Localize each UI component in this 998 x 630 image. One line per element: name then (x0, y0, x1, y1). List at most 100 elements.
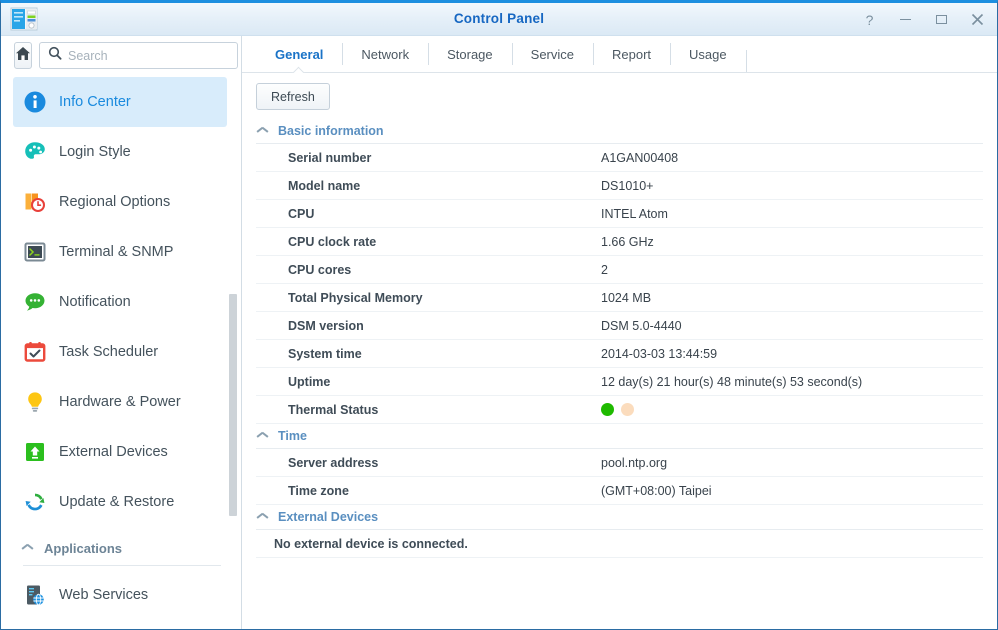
tab-storage[interactable]: Storage (428, 36, 512, 72)
info-key: Serial number (288, 150, 372, 165)
tab-network[interactable]: Network (342, 36, 428, 72)
info-value: INTEL Atom (601, 206, 668, 221)
home-button[interactable] (14, 42, 32, 69)
help-button[interactable]: ? (862, 12, 877, 27)
sidebar-item-privileges[interactable]: Privileges (13, 620, 227, 629)
info-row-cpu: CPU INTEL Atom (256, 200, 983, 228)
search-box[interactable] (39, 42, 238, 69)
sidebar-item-notification[interactable]: Notification (13, 277, 227, 327)
home-icon (15, 46, 31, 66)
sidebar-item-label: External Devices (59, 444, 168, 460)
sidebar-item-label: Notification (59, 294, 131, 310)
chevron-up-icon (22, 545, 33, 552)
tab-report[interactable]: Report (593, 36, 670, 72)
tab-label: Service (530, 46, 575, 62)
info-key: DSM version (288, 318, 364, 333)
tab-separator (745, 50, 747, 72)
refresh-button[interactable]: Refresh (256, 83, 330, 110)
sidebar-item-label: Update & Restore (59, 494, 175, 510)
control-panel-window: Control Panel ? Search Info Center Login… (0, 0, 998, 630)
sidebar-item-label: Task Scheduler (59, 344, 159, 360)
refresh-circle-icon (23, 490, 47, 514)
sidebar-item-label: Terminal & SNMP (59, 244, 174, 260)
sidebar-item-regional-options[interactable]: Regional Options (13, 177, 227, 227)
info-key: Model name (288, 178, 361, 193)
sidebar-item-label: Web Services (59, 587, 149, 603)
palette-icon (23, 140, 47, 164)
refresh-button-label: Refresh (271, 89, 315, 104)
info-row-system-time: System time 2014-03-03 13:44:59 (256, 340, 983, 368)
chevron-up-icon (257, 514, 268, 521)
tab-label: General (275, 46, 324, 62)
info-content: Basic information Serial number A1GAN004… (242, 119, 997, 558)
info-row-thermal-status: Thermal Status (256, 396, 983, 424)
tab-usage[interactable]: Usage (670, 36, 746, 72)
sidebar-item-label: Regional Options (59, 194, 171, 210)
sidebar-item-update-restore[interactable]: Update & Restore (13, 477, 227, 527)
sidebar-item-label: Info Center (59, 94, 131, 110)
window-body: Info Center Login Style (1, 36, 997, 629)
info-key: Time zone (288, 483, 349, 498)
maximize-button[interactable] (934, 12, 949, 27)
chevron-up-icon (257, 128, 268, 135)
sidebar-item-external-devices[interactable]: External Devices (13, 427, 227, 477)
info-value: DS1010+ (601, 178, 654, 193)
tab-service[interactable]: Service (511, 36, 593, 72)
thermal-dot-peach (621, 403, 634, 416)
terminal-icon (23, 240, 47, 264)
info-row-model-name: Model name DS1010+ (256, 172, 983, 200)
sidebar-item-task-scheduler[interactable]: Task Scheduler (13, 327, 227, 377)
info-value: 2 (601, 262, 608, 277)
info-value: (GMT+08:00) Taipei (601, 483, 712, 498)
calendar-clock-icon (23, 190, 47, 214)
sidebar-scrollbar[interactable] (229, 294, 237, 516)
info-value: 1024 MB (601, 290, 652, 305)
info-value: 1.66 GHz (601, 234, 654, 249)
info-key: Uptime (288, 374, 331, 389)
info-key: Total Physical Memory (288, 290, 423, 305)
info-key: CPU (288, 206, 315, 221)
info-note: No external device is connected. (274, 536, 468, 551)
thermal-status-indicator (601, 403, 634, 416)
chevron-up-icon (257, 433, 268, 440)
lightbulb-icon (23, 390, 47, 414)
info-value: DSM 5.0-4440 (601, 318, 682, 333)
tab-bar: General Network Storage Service Report U… (242, 36, 997, 73)
external-device-icon (23, 440, 47, 464)
sidebar-item-info-center[interactable]: Info Center (13, 77, 227, 127)
active-tab-indicator (292, 66, 306, 73)
sidebar-item-label: Hardware & Power (59, 394, 181, 410)
tab-general[interactable]: General (256, 36, 342, 72)
section-header-external-devices[interactable]: External Devices (256, 505, 983, 530)
sidebar-item-login-style[interactable]: Login Style (13, 127, 227, 177)
window-title: Control Panel (453, 11, 545, 26)
sidebar-group-applications[interactable]: Applications (13, 531, 227, 565)
search-input[interactable] (68, 48, 229, 63)
close-button[interactable] (970, 12, 985, 27)
tab-label: Network (361, 46, 410, 62)
sidebar-item-terminal-snmp[interactable]: Terminal & SNMP (13, 227, 227, 277)
tab-label: Storage (447, 46, 493, 62)
info-row-no-external-device: No external device is connected. (256, 530, 983, 558)
main-content: General Network Storage Service Report U… (242, 36, 997, 629)
info-value: pool.ntp.org (601, 455, 668, 470)
section-title: Time (278, 429, 307, 443)
section-header-time[interactable]: Time (256, 424, 983, 449)
web-services-icon (23, 583, 47, 607)
sidebar-item-web-services[interactable]: Web Services (13, 570, 227, 620)
info-value: 12 day(s) 21 hour(s) 48 minute(s) 53 sec… (601, 374, 863, 389)
info-row-server-address: Server address pool.ntp.org (256, 449, 983, 477)
info-key: Server address (288, 455, 379, 470)
info-row-cpu-clock-rate: CPU clock rate 1.66 GHz (256, 228, 983, 256)
info-value: A1GAN00408 (601, 150, 679, 165)
sidebar-item-hardware-power[interactable]: Hardware & Power (13, 377, 227, 427)
info-row-serial-number: Serial number A1GAN00408 (256, 144, 983, 172)
info-key: System time (288, 346, 362, 361)
minimize-button[interactable] (898, 12, 913, 27)
title-bar: Control Panel ? (1, 3, 997, 36)
section-header-basic-information[interactable]: Basic information (256, 119, 983, 144)
sidebar-item-label: Login Style (59, 144, 131, 160)
section-title: Basic information (278, 124, 384, 138)
sidebar-divider (23, 565, 221, 566)
section-title: External Devices (278, 510, 379, 524)
